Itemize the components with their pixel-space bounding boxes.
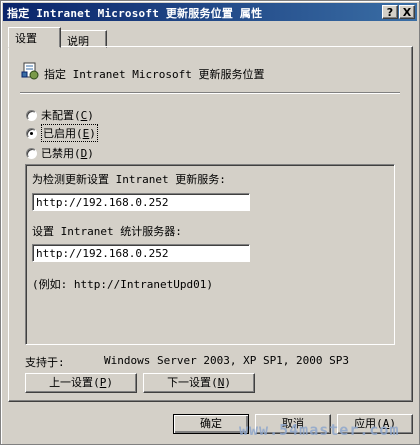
radio-not-configured[interactable]: 未配置 (C)	[26, 107, 94, 123]
policy-heading: 指定 Intranet Microsoft 更新服务位置	[44, 68, 265, 81]
apply-button[interactable]: 应用(A)	[337, 414, 413, 434]
update-service-label: 为检测更新设置 Intranet 更新服务:	[32, 173, 226, 186]
tab-settings-label: 设置	[15, 32, 37, 45]
title-bar[interactable]: 指定 Intranet Microsoft 更新服务位置 属性 ? X	[3, 3, 417, 21]
update-service-input[interactable]: http://192.168.0.252	[32, 193, 250, 211]
stats-server-input[interactable]: http://192.168.0.252	[32, 244, 250, 262]
radio-enabled-label: 已启用	[43, 127, 76, 140]
previous-setting-label: 上一设置	[49, 376, 94, 389]
close-button[interactable]: X	[399, 5, 415, 19]
radio-disabled-dot[interactable]	[26, 147, 37, 159]
radio-disabled[interactable]: 已禁用 (D)	[26, 145, 94, 161]
radio-enabled-key: E	[82, 127, 90, 140]
radio-disabled-key: D	[80, 146, 88, 160]
cancel-button[interactable]: 取消	[255, 414, 331, 434]
help-button[interactable]: ?	[382, 5, 398, 19]
properties-dialog: 指定 Intranet Microsoft 更新服务位置 属性 ? X 设置 说…	[0, 0, 420, 445]
next-setting-button[interactable]: 下一设置(N)	[143, 373, 255, 393]
supported-on-label: 支持于:	[25, 356, 65, 369]
supported-on-value: Windows Server 2003, XP SP1, 2000 SP3	[104, 354, 350, 367]
radio-not-configured-dot[interactable]	[26, 109, 37, 121]
apply-key: A	[382, 417, 390, 430]
radio-not-configured-key: C	[80, 108, 88, 122]
tab-settings[interactable]: 设置	[8, 27, 61, 48]
stats-server-label: 设置 Intranet 统计服务器:	[32, 225, 182, 238]
next-setting-label: 下一设置	[167, 376, 212, 389]
policy-setting-icon	[21, 62, 39, 80]
radio-enabled-dot[interactable]	[26, 127, 37, 139]
apply-label: 应用	[354, 417, 377, 430]
separator	[20, 92, 400, 94]
radio-enabled[interactable]: 已启用(E)	[26, 124, 98, 142]
radio-not-configured-label: 未配置	[41, 109, 74, 122]
ok-button[interactable]: 确定	[173, 414, 249, 434]
example-text: (例如: http://IntranetUpd01)	[32, 278, 213, 291]
window-title: 指定 Intranet Microsoft 更新服务位置 属性	[7, 7, 263, 20]
previous-setting-key: P	[99, 376, 107, 389]
next-setting-key: N	[217, 376, 225, 389]
previous-setting-button[interactable]: 上一设置(P)	[25, 373, 137, 393]
radio-disabled-label: 已禁用	[41, 147, 74, 160]
